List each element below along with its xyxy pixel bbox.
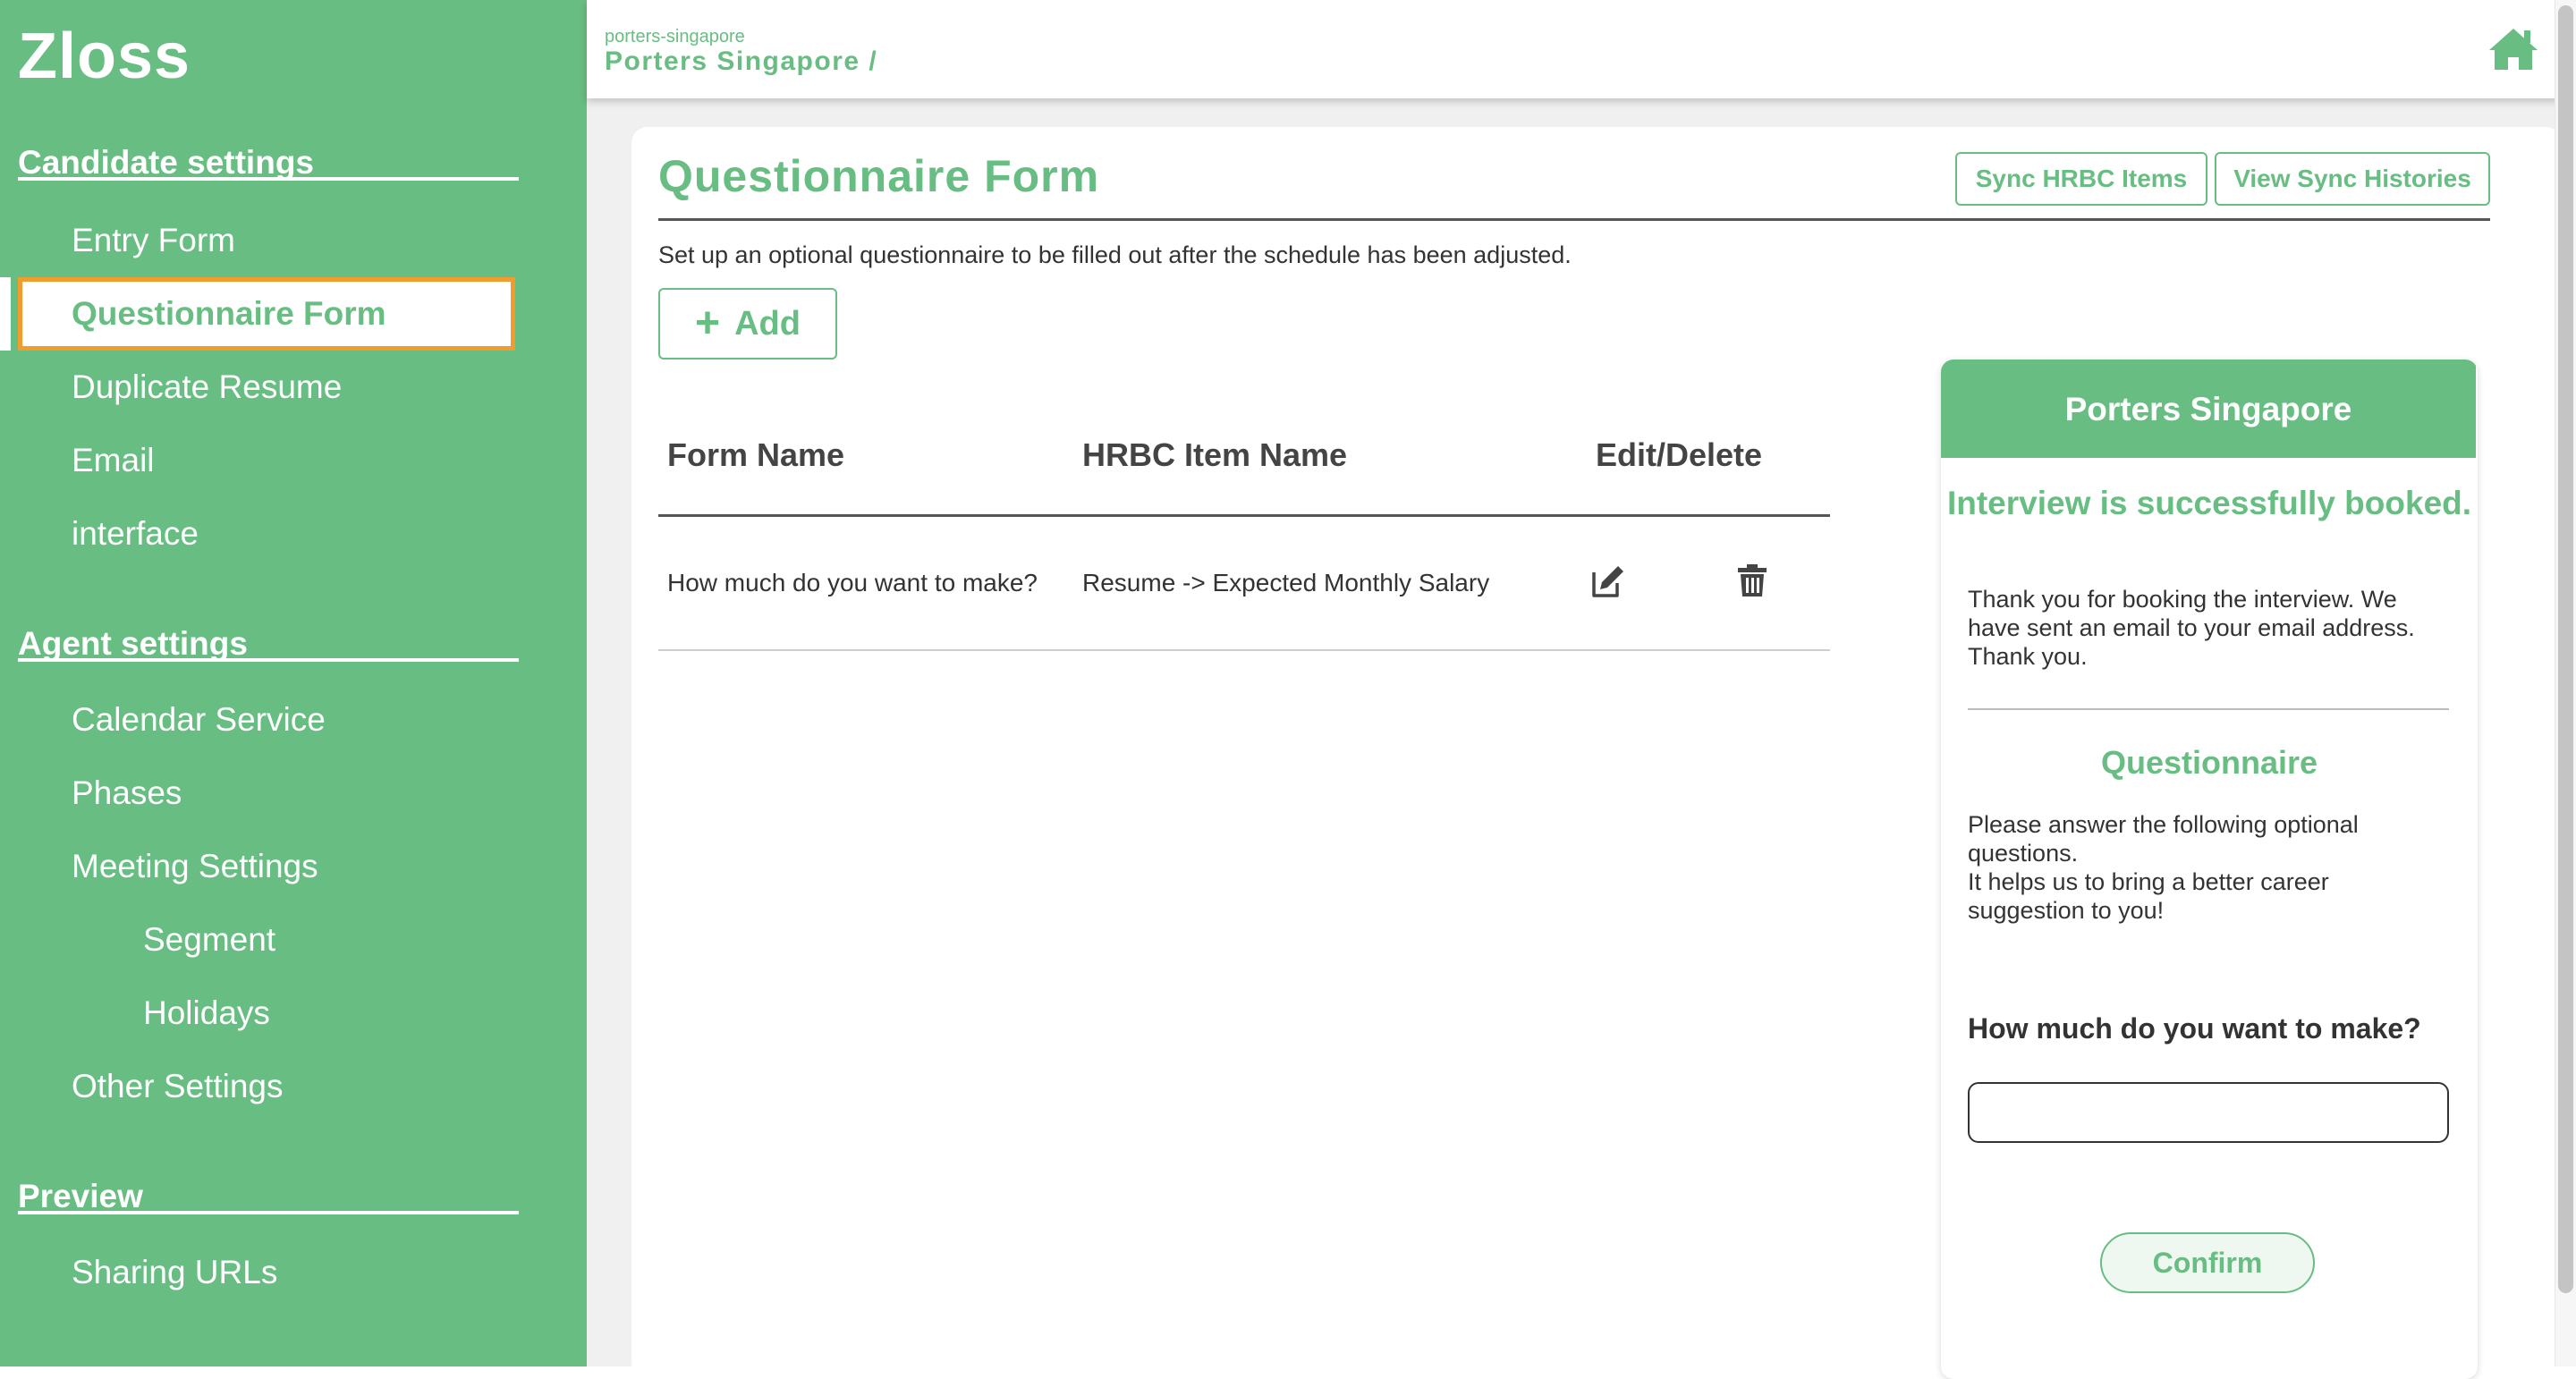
sidebar-item-holidays[interactable]: Holidays (18, 977, 515, 1050)
preview-questionnaire-title: Questionnaire (2100, 744, 2318, 781)
preview-thanks-text: Thank you for booking the interview. We … (1968, 586, 2415, 670)
sidebar-item-questionnaire-form[interactable]: Questionnaire Form (18, 277, 515, 351)
table-row-divider (658, 649, 1830, 651)
page-description: Set up an optional questionnaire to be f… (658, 241, 1572, 268)
sidebar-item-interface[interactable]: interface (18, 497, 515, 571)
breadcrumb-slug: porters-singapore (605, 27, 745, 47)
title-divider (658, 218, 2490, 221)
section-title-candidate-settings: Candidate settings (18, 145, 519, 181)
confirm-button[interactable]: Confirm (2100, 1232, 2315, 1293)
sidebar-item-phases[interactable]: Phases (18, 757, 515, 830)
sidebar-item-segment[interactable]: Segment (18, 903, 515, 977)
sidebar-item-email[interactable]: Email (18, 424, 515, 497)
column-header-form-name: Form Name (667, 436, 845, 473)
view-sync-histories-button[interactable]: View Sync Histories (2215, 152, 2490, 206)
home-icon[interactable] (2487, 25, 2540, 72)
table-header-divider (658, 514, 1830, 517)
section-title-agent-settings: Agent settings (18, 626, 519, 662)
active-indicator (0, 277, 11, 351)
section-title-preview: Preview (18, 1179, 519, 1214)
top-header: porters-singapore Porters Singapore / (587, 0, 2576, 98)
preview-questionnaire-description: Please answer the following optional que… (1968, 810, 2433, 925)
sync-hrbc-items-button[interactable]: Sync HRBC Items (1955, 152, 2207, 206)
cell-hrbc-item: Resume -> Expected Monthly Salary (1082, 569, 1490, 596)
sidebar-item-calendar-service[interactable]: Calendar Service (18, 683, 515, 757)
preview-company-header: Porters Singapore (1941, 360, 2476, 458)
brand-logo[interactable]: Zloss (18, 20, 191, 93)
preview-divider (1968, 708, 2449, 710)
page-title: Questionnaire Form (658, 151, 1100, 201)
sidebar-item-meeting-settings[interactable]: Meeting Settings (18, 830, 515, 903)
plus-icon: + (695, 300, 721, 347)
edit-icon[interactable] (1590, 563, 1626, 599)
preview-desc-line-2: It helps us to bring a better career sug… (1968, 868, 2329, 924)
preview-question-label: How much do you want to make? (1968, 1012, 2421, 1045)
preview-panel: Porters Singapore Interview is successfu… (1941, 360, 2478, 1379)
scrollbar-thumb[interactable] (2558, 5, 2573, 1293)
column-header-edit-delete: Edit/Delete (1596, 436, 1763, 473)
trash-icon[interactable] (1737, 563, 1767, 597)
sidebar-item-duplicate-resume[interactable]: Duplicate Resume (18, 351, 515, 424)
cell-form-name: How much do you want to make? (667, 569, 1038, 596)
preview-success-title: Interview is successfully booked. (1946, 485, 2472, 521)
breadcrumb[interactable]: Porters Singapore / (605, 47, 877, 77)
add-button[interactable]: + Add (658, 288, 837, 360)
preview-desc-line-1: Please answer the following optional que… (1968, 811, 2359, 867)
sidebar-item-entry-form[interactable]: Entry Form (18, 204, 515, 277)
scrollbar[interactable] (2555, 0, 2576, 1366)
column-header-hrbc-item-name: HRBC Item Name (1082, 436, 1348, 473)
preview-answer-input[interactable] (1968, 1082, 2449, 1143)
sidebar-item-sharing-urls[interactable]: Sharing URLs (18, 1236, 515, 1309)
sidebar-item-other-settings[interactable]: Other Settings (18, 1050, 515, 1123)
add-button-label: Add (734, 304, 801, 343)
sidebar: Zloss Candidate settings Entry Form Ques… (0, 0, 587, 1366)
